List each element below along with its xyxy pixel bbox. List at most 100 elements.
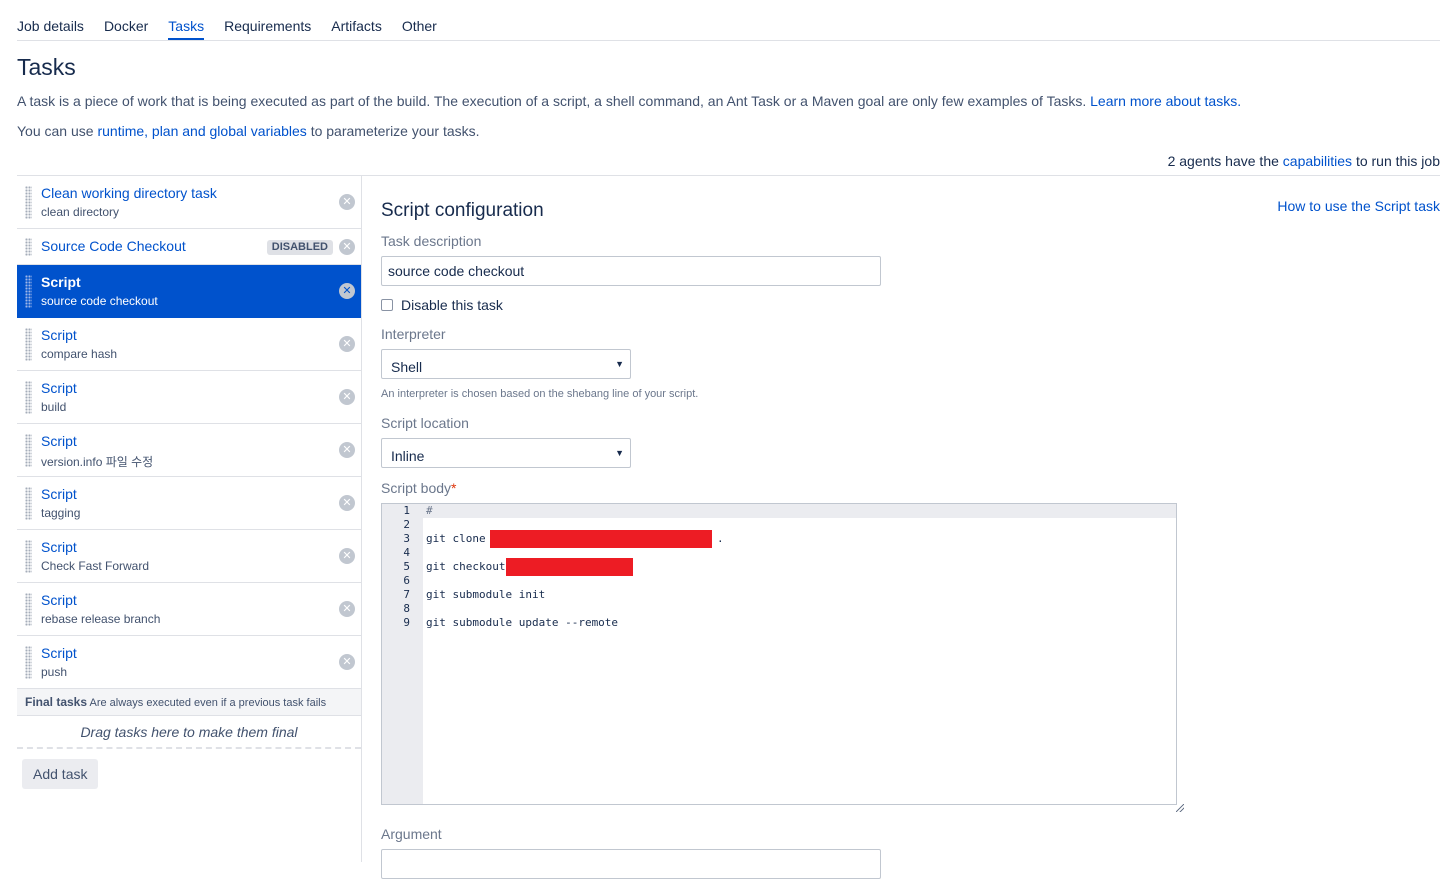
variables-note: You can use runtime, plan and global var… (17, 123, 480, 139)
agents-note: 2 agents have the capabilities to run th… (1168, 153, 1440, 169)
code-line: git submodule update --remote (426, 616, 619, 629)
task-description: clean directory (41, 205, 120, 219)
close-circle-icon[interactable]: ✕ (339, 239, 355, 255)
close-circle-icon[interactable]: ✕ (339, 283, 355, 299)
line-number: 1 (403, 504, 410, 517)
capabilities-link[interactable]: capabilities (1283, 153, 1352, 169)
task-name: Script (41, 539, 77, 555)
task-item[interactable]: Script Check Fast Forward ✕ (17, 530, 361, 583)
drag-handle-icon[interactable] (25, 593, 32, 626)
close-circle-icon[interactable]: ✕ (339, 389, 355, 405)
task-description: build (41, 400, 67, 414)
variables-link[interactable]: runtime, plan and global variables (97, 123, 306, 139)
script-task-help-link[interactable]: How to use the Script task (1277, 198, 1440, 214)
task-list: Clean working directory task clean direc… (17, 176, 361, 749)
learn-more-link[interactable]: Learn more about tasks. (1090, 93, 1241, 109)
task-item[interactable]: Script version.info 파일 수정 ✕ (17, 424, 361, 477)
interpreter-label: Interpreter (381, 326, 446, 342)
tab-tasks[interactable]: Tasks (168, 0, 205, 40)
description-text: A task is a piece of work that is being … (17, 93, 1087, 109)
task-description: Check Fast Forward (41, 559, 150, 573)
interpreter-hint: An interpreter is chosen based on the sh… (381, 388, 699, 400)
script-body-label: Script body* (381, 480, 457, 496)
close-circle-icon[interactable]: ✕ (339, 336, 355, 352)
interpreter-select[interactable]: Shell ▼ (381, 349, 631, 379)
task-item[interactable]: Script compare hash ✕ (17, 318, 361, 371)
task-name: Clean working directory task (41, 185, 217, 201)
task-description: compare hash (41, 347, 118, 361)
task-description: push (41, 665, 68, 679)
script-body-editor[interactable]: 1 2 3 4 5 6 7 8 9 # git clone git checko… (381, 503, 1177, 805)
task-item[interactable]: Script build ✕ (17, 371, 361, 424)
code-line: git clone (426, 532, 486, 545)
drag-handle-icon[interactable] (25, 540, 32, 573)
drag-handle-icon[interactable] (25, 434, 32, 467)
task-item[interactable]: Clean working directory task clean direc… (17, 176, 361, 229)
task-name: Script (41, 380, 77, 396)
line-number: 4 (403, 546, 410, 559)
tab-other[interactable]: Other (402, 0, 437, 40)
line-number: 3 (403, 532, 410, 545)
disabled-badge: DISABLED (266, 240, 333, 255)
close-circle-icon[interactable]: ✕ (339, 442, 355, 458)
drag-handle-icon[interactable] (25, 275, 32, 308)
editor-active-line (423, 504, 1176, 518)
close-circle-icon[interactable]: ✕ (339, 601, 355, 617)
drag-handle-icon[interactable] (25, 646, 32, 679)
argument-label: Argument (381, 826, 442, 842)
task-item[interactable]: Script rebase release branch ✕ (17, 583, 361, 636)
close-circle-icon[interactable]: ✕ (339, 548, 355, 564)
tab-job-details[interactable]: Job details (17, 0, 84, 40)
task-item[interactable]: Source Code Checkout DISABLED ✕ (17, 229, 361, 265)
tab-docker[interactable]: Docker (104, 0, 148, 40)
interpreter-value: Shell (391, 359, 423, 375)
task-item[interactable]: Script tagging ✕ (17, 477, 361, 530)
drag-handle-icon[interactable] (25, 381, 32, 414)
final-tasks-note: Are always executed even if a previous t… (89, 697, 327, 709)
close-circle-icon[interactable]: ✕ (339, 194, 355, 210)
panel-separator (361, 176, 362, 862)
line-number: 8 (403, 602, 410, 615)
line-number: 6 (403, 574, 410, 587)
line-number: 5 (403, 560, 410, 573)
argument-input[interactable] (381, 849, 881, 879)
job-tabs: Job details Docker Tasks Requirements Ar… (17, 0, 1440, 41)
task-item[interactable]: Script push ✕ (17, 636, 361, 689)
close-circle-icon[interactable]: ✕ (339, 654, 355, 670)
script-location-select[interactable]: Inline ▼ (381, 438, 631, 468)
disable-task-row: Disable this task (381, 297, 503, 313)
line-number: 2 (403, 518, 410, 531)
final-tasks-drop-zone[interactable]: Drag tasks here to make them final (17, 716, 361, 749)
drag-handle-icon[interactable] (25, 238, 32, 256)
drag-handle-icon[interactable] (25, 487, 32, 520)
task-name: Script (41, 645, 77, 661)
tab-requirements[interactable]: Requirements (224, 0, 311, 40)
task-name: Script (41, 592, 77, 608)
disable-task-label: Disable this task (401, 297, 503, 313)
line-number: 7 (403, 588, 410, 601)
task-description-input[interactable]: source code checkout (381, 256, 881, 286)
add-task-button[interactable]: Add task (22, 759, 99, 789)
line-number: 9 (403, 616, 410, 629)
code-line: git checkout (426, 560, 506, 573)
drag-handle-icon[interactable] (25, 186, 32, 219)
disable-task-checkbox[interactable] (381, 299, 393, 311)
chevron-down-icon: ▼ (615, 448, 624, 458)
final-tasks-header: Final tasks Are always executed even if … (17, 689, 361, 716)
code-line-trailing: . (717, 532, 724, 545)
task-item-selected[interactable]: Script source code checkout ✕ (17, 265, 361, 318)
script-body-label-text: Script body (381, 480, 452, 496)
script-location-label: Script location (381, 415, 469, 431)
editor-resize-handle[interactable] (1176, 804, 1184, 812)
task-description: version.info 파일 수정 (41, 455, 154, 469)
variables-prefix: You can use (17, 123, 94, 139)
variables-suffix: to parameterize your tasks. (310, 123, 480, 139)
task-description-label: Task description (381, 233, 482, 249)
close-circle-icon[interactable]: ✕ (339, 495, 355, 511)
tab-artifacts[interactable]: Artifacts (331, 0, 382, 40)
drag-handle-icon[interactable] (25, 328, 32, 361)
task-name: Script (41, 327, 77, 343)
page-title: Tasks (17, 54, 76, 80)
task-name: Script (41, 486, 77, 502)
required-marker: * (451, 480, 457, 496)
